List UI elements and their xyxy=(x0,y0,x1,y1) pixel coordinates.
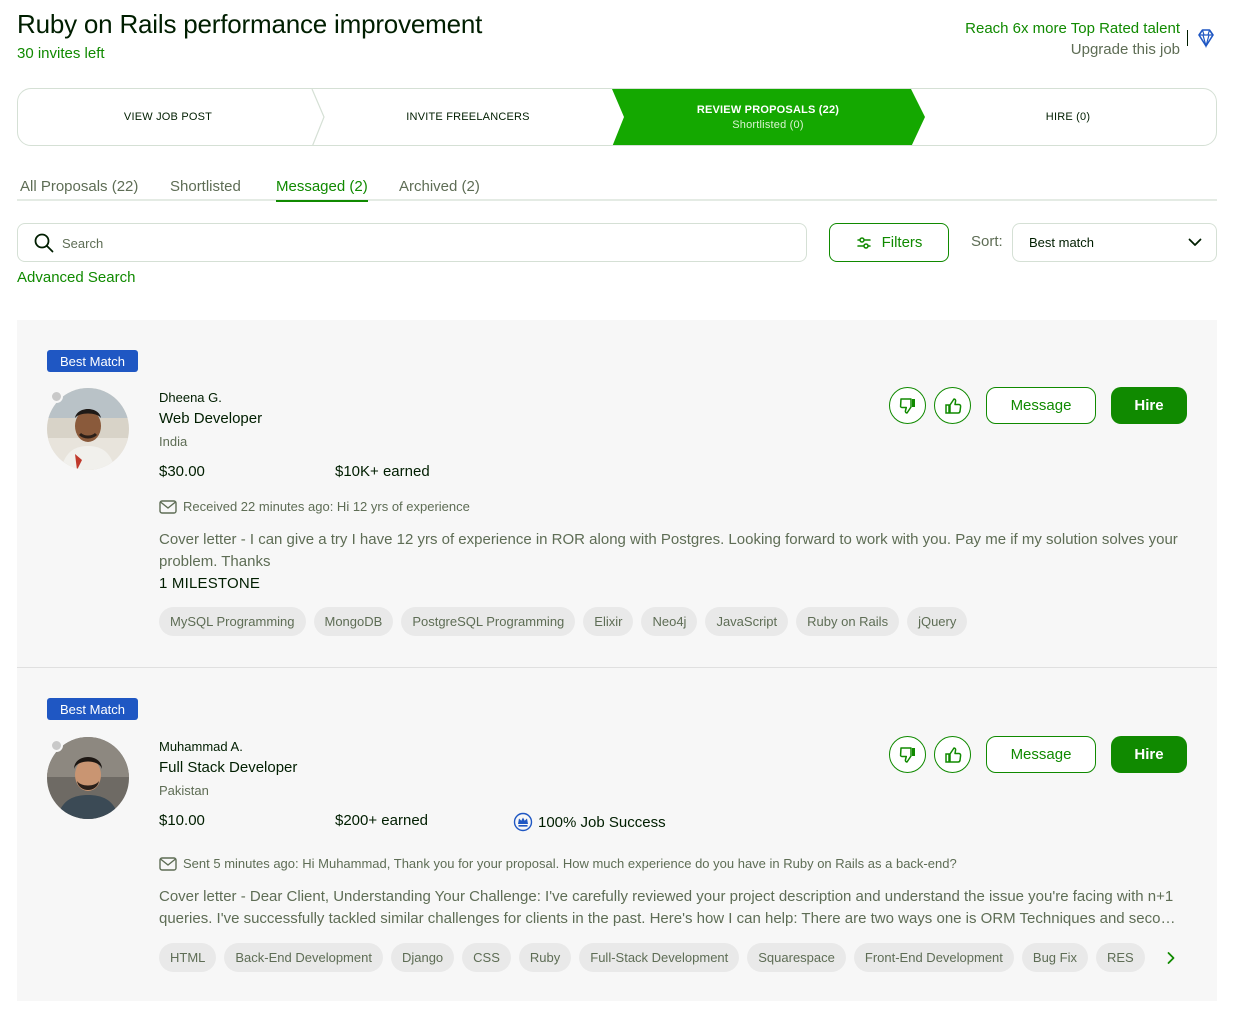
thumbs-up-icon xyxy=(944,746,961,763)
message-text: Received 22 minutes ago: Hi 12 yrs of ex… xyxy=(183,499,470,514)
skill-tag[interactable]: Front-End Development xyxy=(853,943,1014,972)
filter-sliders-icon xyxy=(856,236,871,249)
freelancer-name[interactable]: Muhammad A. xyxy=(159,739,243,754)
chevron-right-icon xyxy=(1167,951,1175,964)
online-status-dot xyxy=(50,739,63,752)
freelancer-title: Full Stack Developer xyxy=(159,759,298,776)
message-button[interactable]: Message xyxy=(986,387,1096,424)
chevron-down-icon xyxy=(1188,238,1202,246)
freelancer-country: Pakistan xyxy=(159,783,209,798)
skills-scroll-right[interactable] xyxy=(1166,943,1176,972)
skill-tag[interactable]: Neo4j xyxy=(641,607,698,636)
skills-list: HTML Back-End Development Django CSS Rub… xyxy=(159,943,1159,972)
skill-tag[interactable]: jQuery xyxy=(907,607,968,636)
thumbs-down-icon xyxy=(899,746,915,763)
page-title: Ruby on Rails performance improvement xyxy=(17,9,483,39)
thumbs-up-icon xyxy=(944,397,961,414)
skills-list: MySQL Programming MongoDB PostgreSQL Pro… xyxy=(159,607,968,636)
sort-dropdown[interactable]: Best match xyxy=(1012,223,1217,262)
proposal-tabs: All Proposals (22) Shortlisted Messaged … xyxy=(17,178,1217,202)
envelope-icon xyxy=(159,856,177,871)
search-input[interactable] xyxy=(62,233,762,253)
upgrade-job-link[interactable]: Upgrade this job xyxy=(965,39,1180,60)
thumbs-down-icon xyxy=(899,397,915,414)
job-success: 100% Job Success xyxy=(513,812,666,832)
sort-label: Sort: xyxy=(971,233,1003,250)
message-preview[interactable]: Received 22 minutes ago: Hi 12 yrs of ex… xyxy=(159,499,470,514)
step-review-proposals[interactable]: REVIEW PROPOSALS (22) Shortlisted (0) xyxy=(618,89,918,145)
skill-tag[interactable]: PostgreSQL Programming xyxy=(401,607,576,636)
job-success-badge-icon xyxy=(513,812,533,832)
freelancer-name[interactable]: Dheena G. xyxy=(159,390,222,405)
search-icon xyxy=(34,233,54,253)
cover-letter[interactable]: Cover letter - Dear Client, Understandin… xyxy=(159,886,1179,930)
skill-tag[interactable]: MongoDB xyxy=(313,607,394,636)
message-text: Sent 5 minutes ago: Hi Muhammad, Thank y… xyxy=(183,856,957,871)
tab-archived[interactable]: Archived (2) xyxy=(399,178,480,201)
sort-value: Best match xyxy=(1029,235,1095,250)
milestone-count: 1 MILESTONE xyxy=(159,575,261,592)
proposal-list: Best Match Dheena G. Web Developer India… xyxy=(17,320,1217,1001)
filters-label: Filters xyxy=(881,234,923,251)
message-preview[interactable]: Sent 5 minutes ago: Hi Muhammad, Thank y… xyxy=(159,856,957,871)
divider xyxy=(1187,30,1188,46)
skill-tag[interactable]: MySQL Programming xyxy=(159,607,306,636)
step-hire[interactable]: HIRE (0) xyxy=(918,89,1216,145)
envelope-icon xyxy=(159,499,177,514)
hire-button[interactable]: Hire xyxy=(1111,387,1187,424)
freelancer-title: Web Developer xyxy=(159,410,263,427)
skill-tag[interactable]: Elixir xyxy=(583,607,634,636)
diamond-icon[interactable] xyxy=(1195,27,1217,49)
upsell-reach-link[interactable]: Reach 6x more Top Rated talent xyxy=(965,18,1180,39)
dislike-button[interactable] xyxy=(889,387,926,424)
skill-tag[interactable]: RES xyxy=(1095,943,1145,972)
step-view-job-post[interactable]: VIEW JOB POST xyxy=(18,89,318,145)
proposal-card[interactable]: Best Match Muhammad A. Full Stack Develo… xyxy=(17,667,1217,1001)
online-status-dot xyxy=(50,390,63,403)
upsell[interactable]: Reach 6x more Top Rated talent Upgrade t… xyxy=(965,18,1180,60)
tab-shortlisted[interactable]: Shortlisted xyxy=(170,178,241,201)
proposal-card[interactable]: Best Match Dheena G. Web Developer India… xyxy=(17,320,1217,667)
skill-tag[interactable]: Bug Fix xyxy=(1021,943,1088,972)
total-earned: $200+ earned xyxy=(335,812,429,829)
step-sub-shortlisted: Shortlisted (0) xyxy=(732,118,804,131)
invites-left: 30 invites left xyxy=(17,45,105,62)
like-button[interactable] xyxy=(934,387,971,424)
skill-tag[interactable]: Back-End Development xyxy=(224,943,383,972)
skill-tag[interactable]: Ruby xyxy=(518,943,572,972)
skill-tag[interactable]: Django xyxy=(390,943,455,972)
like-button[interactable] xyxy=(934,736,971,773)
skill-tag[interactable]: Full-Stack Development xyxy=(579,943,740,972)
job-success-text: 100% Job Success xyxy=(538,813,666,831)
filters-button[interactable]: Filters xyxy=(829,223,949,262)
hiring-stepper: VIEW JOB POST INVITE FREELANCERS REVIEW … xyxy=(17,88,1217,146)
hourly-rate: $10.00 xyxy=(159,812,205,829)
search-box[interactable] xyxy=(17,223,807,262)
cover-letter[interactable]: Cover letter - I can give a try I have 1… xyxy=(159,529,1179,573)
tab-messaged[interactable]: Messaged (2) xyxy=(276,178,368,202)
skill-tag[interactable]: JavaScript xyxy=(705,607,789,636)
skill-tag[interactable]: Squarespace xyxy=(747,943,846,972)
total-earned: $10K+ earned xyxy=(335,463,430,480)
advanced-search-link[interactable]: Advanced Search xyxy=(17,269,135,286)
skill-tag[interactable]: Ruby on Rails xyxy=(796,607,900,636)
best-match-badge: Best Match xyxy=(47,350,138,372)
hire-button[interactable]: Hire xyxy=(1111,736,1187,773)
message-button[interactable]: Message xyxy=(986,736,1096,773)
skill-tag[interactable]: HTML xyxy=(159,943,217,972)
tab-all-proposals[interactable]: All Proposals (22) xyxy=(20,178,138,201)
best-match-badge: Best Match xyxy=(47,698,138,720)
step-invite-freelancers[interactable]: INVITE FREELANCERS xyxy=(318,89,618,145)
skill-tag[interactable]: CSS xyxy=(462,943,511,972)
dislike-button[interactable] xyxy=(889,736,926,773)
hourly-rate: $30.00 xyxy=(159,463,205,480)
freelancer-country: India xyxy=(159,434,188,449)
